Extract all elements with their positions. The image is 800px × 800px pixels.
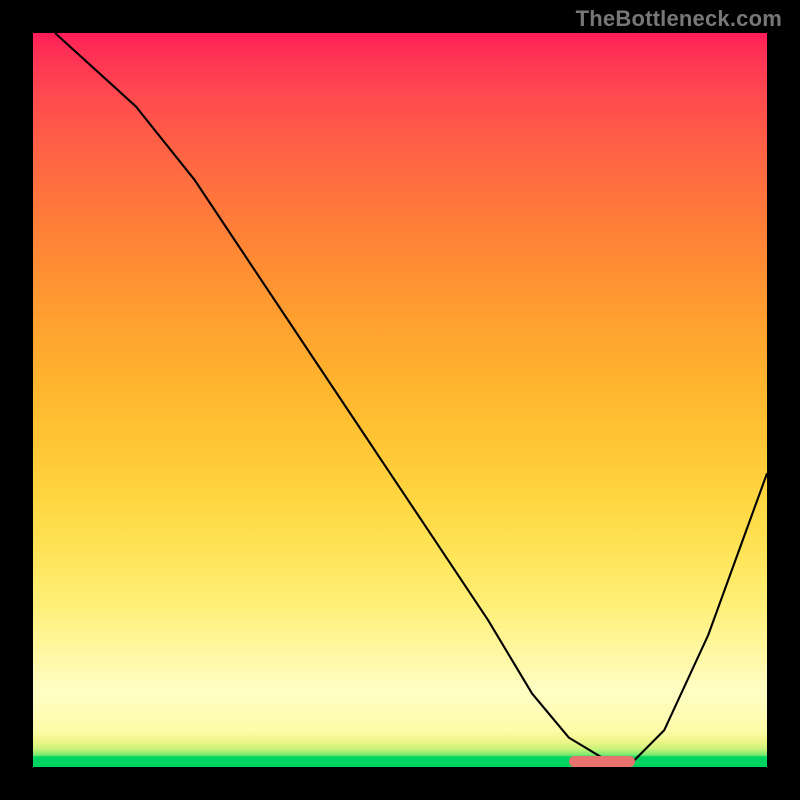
bottleneck-curve	[55, 33, 767, 760]
curve-svg	[33, 33, 767, 767]
optimal-marker	[569, 756, 635, 767]
watermark-text: TheBottleneck.com	[576, 6, 782, 32]
plot-area	[33, 33, 767, 767]
chart-frame: TheBottleneck.com	[0, 0, 800, 800]
